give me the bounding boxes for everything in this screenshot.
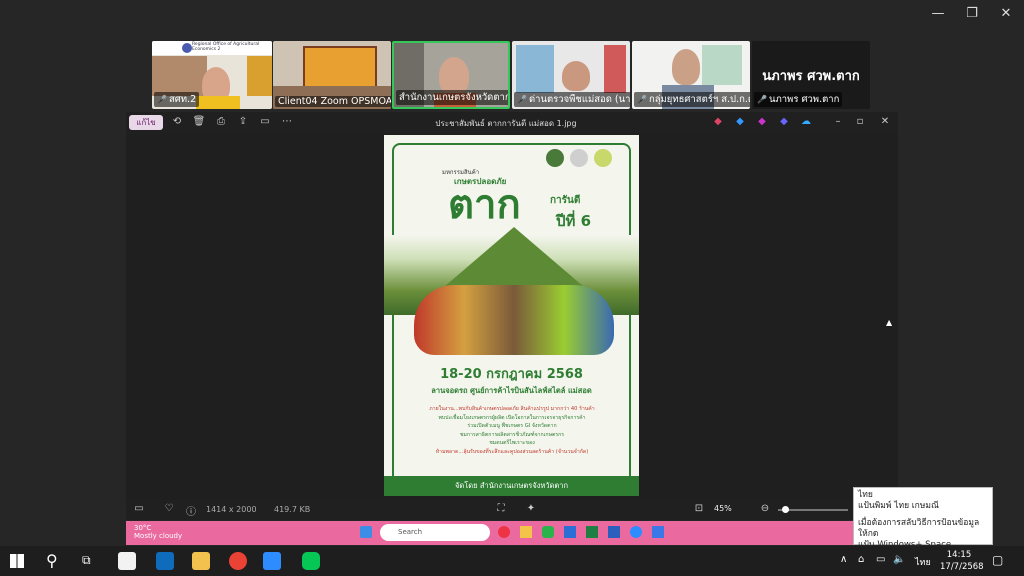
- minimize-button[interactable]: —: [928, 6, 948, 21]
- app-icon[interactable]: ◆: [777, 116, 791, 127]
- zoom-level[interactable]: 45%: [714, 504, 732, 513]
- minimize-button[interactable]: –: [831, 116, 845, 127]
- power-icon[interactable]: ▭: [876, 554, 885, 565]
- filmstrip-icon[interactable]: ▭: [132, 503, 146, 514]
- participant-name: 🎤ด่านตรวจพืชแม่สอด (นาง...: [514, 92, 630, 107]
- participant-tile[interactable]: 🎤กลุ่มยุทธศาสตร์ฯ ส.ป.ก.ต...: [632, 41, 750, 109]
- fit-icon[interactable]: ⊡: [692, 503, 706, 514]
- favorite-icon[interactable]: ♡: [162, 503, 176, 514]
- app-icon[interactable]: [564, 526, 576, 538]
- store-icon[interactable]: [118, 552, 136, 570]
- muted-mic-icon: 🎤: [757, 95, 767, 104]
- volume-icon[interactable]: 🔈: [893, 554, 905, 565]
- language-indicator[interactable]: ไทย: [915, 555, 931, 569]
- delete-icon[interactable]: 🗑: [192, 116, 206, 127]
- produce-graphic: [414, 285, 614, 355]
- participant-tile[interactable]: Regional Office of Agricultural Economic…: [152, 41, 272, 109]
- maximize-button[interactable]: ▫: [853, 116, 867, 127]
- logo-icon: [182, 43, 192, 53]
- muted-mic-icon: 🎤: [517, 95, 527, 104]
- photos-toolbar: แก้ไข ⟲ 🗑 ⎙ ⇪ ▭ ⋯ ประชาสัมพันธ์ ตากการัน…: [126, 112, 898, 134]
- folder-icon[interactable]: [520, 526, 532, 538]
- participant-tile[interactable]: Client04 Zoom OPSMOAC: [273, 41, 391, 109]
- chrome-icon[interactable]: [229, 552, 247, 570]
- zoom-icon[interactable]: [630, 526, 642, 538]
- participant-tile[interactable]: 🎤ด่านตรวจพืชแม่สอด (นาง...: [512, 41, 630, 109]
- line-icon[interactable]: [542, 526, 554, 538]
- image-dimensions: 1414 x 2000: [206, 505, 257, 514]
- poster-bullets: ภายในงาน...พบกับสินค้าเกษตรปลอดภัย สินค้…: [429, 406, 595, 455]
- app-icon[interactable]: [652, 526, 664, 538]
- effects-icon[interactable]: ✦: [524, 503, 538, 514]
- chrome-icon[interactable]: [498, 526, 510, 538]
- participant-name: 🎤 สศท.2: [154, 92, 200, 107]
- zoom-app-icon[interactable]: [263, 552, 281, 570]
- photos-statusbar: ▭ ♡ ⓘ 1414 x 2000 419.7 KB ⛶ ✦ ⊡ 45% ⊖ ⊕…: [126, 500, 898, 520]
- slideshow-icon[interactable]: ▭: [258, 116, 272, 127]
- participant-name: 🎤 นภาพร ศวพ.ตาก: [754, 92, 843, 107]
- app-icon[interactable]: ◆: [755, 116, 769, 127]
- participant-name: Client04 Zoom OPSMOAC: [275, 96, 391, 107]
- poster-brand-suffix: การันตี: [550, 195, 581, 206]
- info-icon[interactable]: ⓘ: [184, 503, 198, 518]
- weather-widget[interactable]: 30°C Mostly cloudy: [134, 524, 182, 540]
- search-icon[interactable]: ⚲: [46, 551, 58, 570]
- clock[interactable]: 14:15 17/7/2568: [940, 549, 984, 573]
- share-icon[interactable]: ⇪: [236, 116, 250, 127]
- mouse-cursor: ▲: [886, 318, 893, 327]
- participant-display-name: นภาพร ศวพ.ตาก: [762, 69, 860, 84]
- file-explorer-icon[interactable]: [192, 552, 210, 570]
- org-banner: Regional Office of Agricultural Economic…: [152, 41, 272, 55]
- windows-start-icon[interactable]: [10, 554, 24, 568]
- person-video: [562, 61, 590, 91]
- participant-name: 🎤กลุ่มยุทธศาสตร์ฯ ส.ป.ก.ต...: [634, 92, 750, 107]
- app-icon[interactable]: ◆: [711, 116, 725, 127]
- participant-tile-video-off[interactable]: นภาพร ศวพ.ตาก 🎤 นภาพร ศวพ.ตาก: [752, 41, 870, 109]
- poster-date: 18-20 กรกฎาคม 2568: [440, 367, 583, 382]
- start-icon[interactable]: [360, 526, 372, 538]
- edit-button[interactable]: แก้ไข: [129, 115, 163, 130]
- print-icon[interactable]: ⎙: [214, 116, 228, 127]
- zoom-slider-thumb[interactable]: [782, 506, 789, 513]
- excel-icon[interactable]: [586, 526, 598, 538]
- crop-icon[interactable]: ⛶: [494, 503, 508, 514]
- close-button[interactable]: ✕: [878, 116, 892, 127]
- poster-footer: จัดโดย สำนักงานเกษตรจังหวัดตาก: [384, 476, 639, 496]
- network-icon[interactable]: ⌂: [858, 554, 864, 565]
- tray-expand-icon[interactable]: ∧: [840, 554, 847, 565]
- close-button[interactable]: ✕: [996, 6, 1016, 21]
- muted-mic-icon: 🎤: [157, 95, 167, 104]
- participant-tile-active[interactable]: สำนักงานเกษตรจังหวัดตาก: [392, 41, 510, 109]
- seal-icon: [594, 149, 612, 167]
- poster-image: มหกรรมสินค้า เกษตรปลอดภัย ตาก การันตี ปี…: [384, 135, 639, 496]
- task-view-icon[interactable]: ⧉: [82, 553, 91, 568]
- poster-brand: ตาก: [448, 181, 521, 228]
- file-size: 419.7 KB: [274, 505, 311, 514]
- shared-taskbar: 30°C Mostly cloudy Search: [126, 521, 898, 545]
- search-input[interactable]: Search: [380, 524, 490, 541]
- line-app-icon[interactable]: [302, 552, 320, 570]
- window-title: ประชาสัมพันธ์ ตากการันตี แม่สอด 1.jpg: [435, 119, 577, 128]
- restore-button[interactable]: ❐: [962, 6, 982, 21]
- more-icon[interactable]: ⋯: [280, 116, 294, 127]
- rotate-icon[interactable]: ⟲: [170, 116, 184, 127]
- poster-venue: ลานจอดรถ ศูนย์การค้าไรบินสันไลฟ์สไตล์ แม…: [431, 386, 592, 395]
- language-tooltip: ไทย แป้นพิมพ์ ไทย เกษมณี เมื่อต้องการสลั…: [853, 487, 993, 550]
- outlook-icon[interactable]: [156, 552, 174, 570]
- cloud-icon[interactable]: ☁: [799, 116, 813, 127]
- notification-icon[interactable]: ▢: [992, 553, 1003, 567]
- seal-icon: [570, 149, 588, 167]
- person-video: [672, 49, 700, 85]
- zoom-out-icon[interactable]: ⊖: [758, 503, 772, 514]
- muted-mic-icon: 🎤: [637, 95, 647, 104]
- word-icon[interactable]: [608, 526, 620, 538]
- seal-icon: [546, 149, 564, 167]
- app-icon[interactable]: ◆: [733, 116, 747, 127]
- participant-name: สำนักงานเกษตรจังหวัดตาก: [396, 90, 508, 105]
